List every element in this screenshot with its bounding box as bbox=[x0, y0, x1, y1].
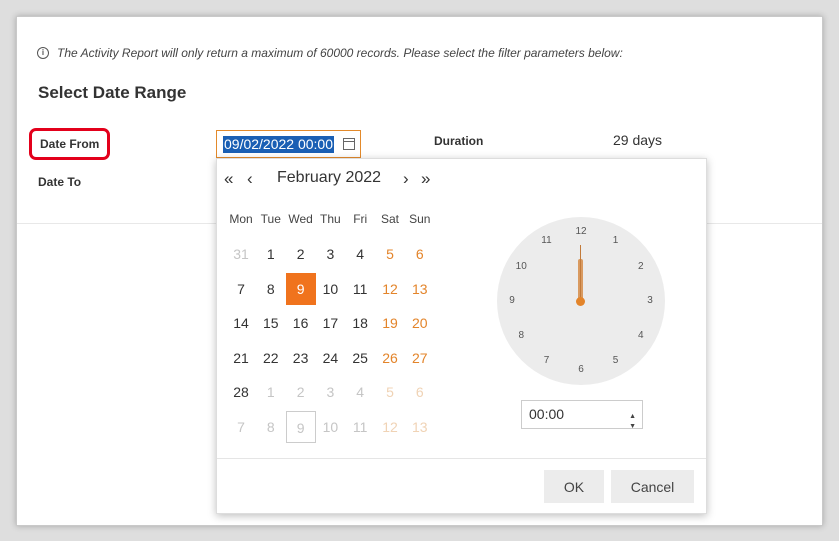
calendar-day[interactable]: 24 bbox=[315, 342, 345, 374]
clock-number[interactable]: 4 bbox=[633, 330, 649, 341]
calendar-day[interactable]: 25 bbox=[345, 342, 375, 374]
weekday-label: Tue bbox=[260, 212, 281, 226]
next-year-button[interactable]: » bbox=[421, 169, 430, 189]
date-from-input[interactable]: 09/02/2022 00:00 bbox=[216, 130, 361, 158]
clock-number[interactable]: 6 bbox=[573, 364, 589, 375]
calendar-day[interactable]: 26 bbox=[375, 342, 405, 374]
calendar-day[interactable]: 1 bbox=[256, 238, 286, 270]
spin-down-icon[interactable]: ▼ bbox=[629, 413, 636, 440]
calendar-day[interactable]: 11 bbox=[345, 273, 375, 305]
calendar-day[interactable]: 5 bbox=[375, 238, 405, 270]
calendar-day[interactable]: 8 bbox=[256, 411, 286, 443]
weekday-label: Sat bbox=[380, 212, 399, 226]
calendar-day[interactable]: 4 bbox=[345, 238, 375, 270]
prev-year-button[interactable]: « bbox=[224, 169, 233, 189]
calendar-icon[interactable] bbox=[343, 138, 355, 150]
clock-minute-hand bbox=[580, 245, 581, 301]
duration-label: Duration bbox=[434, 134, 484, 148]
calendar-day[interactable]: 12 bbox=[375, 411, 405, 443]
calendar-day[interactable]: 6 bbox=[405, 238, 435, 270]
section-title: Select Date Range bbox=[38, 83, 187, 102]
calendar-day[interactable]: 10 bbox=[315, 411, 345, 443]
calendar-day[interactable]: 23 bbox=[286, 342, 316, 374]
calendar-day[interactable]: 5 bbox=[375, 376, 405, 408]
calendar-day[interactable]: 8 bbox=[256, 273, 286, 305]
calendar-day[interactable]: 2 bbox=[286, 238, 316, 270]
info-message: i The Activity Report will only return a… bbox=[37, 46, 623, 60]
ok-button[interactable]: OK bbox=[544, 470, 604, 503]
weekday-label: Mon bbox=[229, 212, 253, 226]
date-from-label: Date From bbox=[29, 128, 111, 160]
clock-number[interactable]: 2 bbox=[633, 261, 649, 272]
clock-number[interactable]: 1 bbox=[608, 235, 624, 246]
calendar-day[interactable]: 13 bbox=[405, 273, 435, 305]
calendar-day[interactable]: 20 bbox=[405, 307, 435, 339]
calendar-day[interactable]: 21 bbox=[226, 342, 256, 374]
calendar-day[interactable]: 19 bbox=[375, 307, 405, 339]
weekday-label: Thu bbox=[320, 212, 341, 226]
analog-clock[interactable]: 12 1 2 3 4 5 6 7 8 9 10 11 bbox=[497, 217, 665, 385]
calendar-day[interactable]: 17 bbox=[315, 307, 345, 339]
calendar-day[interactable]: 3 bbox=[315, 238, 345, 270]
clock-number[interactable]: 3 bbox=[642, 295, 658, 306]
popup-divider bbox=[217, 458, 706, 459]
cancel-button[interactable]: Cancel bbox=[611, 470, 694, 503]
weekday-label: Sun bbox=[409, 212, 431, 226]
calendar-day[interactable]: 4 bbox=[345, 376, 375, 408]
weekday-label: Fri bbox=[353, 212, 368, 226]
calendar-day[interactable]: 1 bbox=[256, 376, 286, 408]
calendar-day[interactable]: 7 bbox=[226, 411, 256, 443]
clock-number[interactable]: 12 bbox=[573, 226, 589, 237]
calendar-day[interactable]: 22 bbox=[256, 342, 286, 374]
prev-month-button[interactable]: ‹ bbox=[247, 169, 253, 189]
calendar-day[interactable]: 15 bbox=[256, 307, 286, 339]
calendar-day[interactable]: 9 bbox=[285, 410, 316, 443]
clock-number[interactable]: 11 bbox=[539, 235, 555, 246]
calendar-day[interactable]: 10 bbox=[315, 273, 345, 305]
calendar-day[interactable]: 31 bbox=[226, 238, 256, 270]
date-to-label: Date To bbox=[38, 175, 82, 189]
duration-value: 29 days bbox=[613, 132, 663, 148]
time-value[interactable]: 00:00 bbox=[529, 406, 564, 422]
next-month-button[interactable]: › bbox=[403, 169, 409, 189]
calendar-day[interactable]: 11 bbox=[345, 411, 375, 443]
calendar-day[interactable]: 6 bbox=[405, 376, 435, 408]
info-text: The Activity Report will only return a m… bbox=[57, 46, 623, 60]
calendar-day[interactable]: 14 bbox=[226, 307, 256, 339]
calendar-day[interactable]: 12 bbox=[375, 273, 405, 305]
calendar-day[interactable]: 9 bbox=[285, 272, 316, 305]
calendar-day[interactable]: 27 bbox=[405, 342, 435, 374]
calendar-day[interactable]: 16 bbox=[286, 307, 316, 339]
calendar-day[interactable]: 2 bbox=[286, 376, 316, 408]
clock-number[interactable]: 7 bbox=[539, 355, 555, 366]
report-panel: i The Activity Report will only return a… bbox=[16, 16, 823, 526]
clock-number[interactable]: 9 bbox=[504, 295, 520, 306]
calendar-day[interactable]: 28 bbox=[226, 376, 256, 408]
weekday-label: Wed bbox=[288, 212, 313, 226]
time-input[interactable]: 00:00 ▲ ▼ bbox=[521, 400, 643, 430]
clock-number[interactable]: 5 bbox=[608, 355, 624, 366]
datetime-picker-popup: « ‹ February 2022 › » Mon Tue Wed Thu Fri Sat… bbox=[216, 158, 707, 514]
date-from-value[interactable]: 09/02/2022 00:00 bbox=[223, 136, 334, 153]
clock-number[interactable]: 8 bbox=[513, 330, 529, 341]
month-title[interactable]: February 2022 bbox=[277, 169, 381, 187]
calendar-day[interactable]: 13 bbox=[405, 411, 435, 443]
clock-center bbox=[576, 297, 585, 306]
calendar-day[interactable]: 18 bbox=[345, 307, 375, 339]
clock-number[interactable]: 10 bbox=[513, 261, 529, 272]
info-icon: i bbox=[37, 47, 49, 59]
calendar-day[interactable]: 7 bbox=[226, 273, 256, 305]
calendar-day[interactable]: 3 bbox=[315, 376, 345, 408]
